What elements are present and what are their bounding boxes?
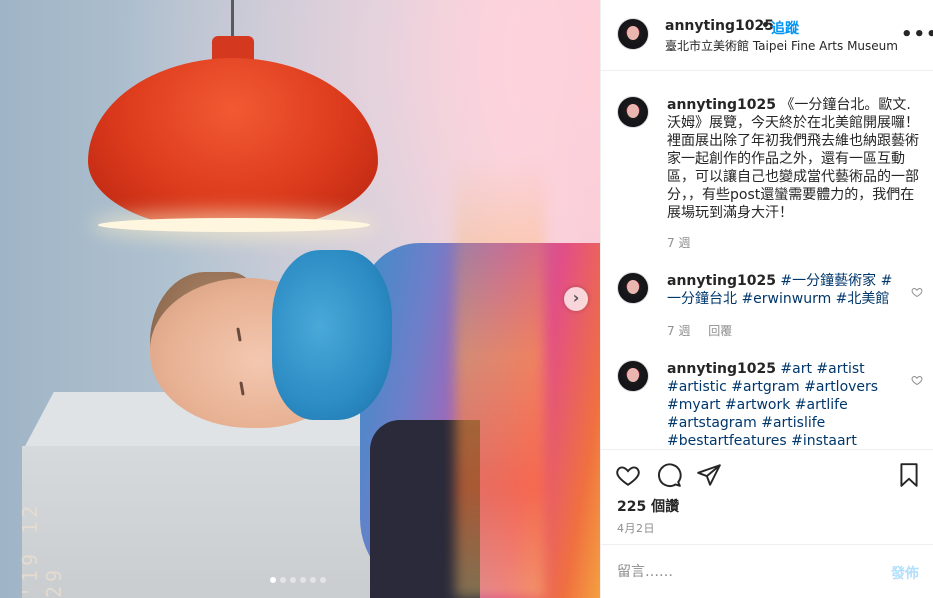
pedestal-front xyxy=(22,446,386,598)
lamp-light-rim xyxy=(98,218,370,232)
comment-body: annyting1025 #art #artist #artistic #art… xyxy=(667,360,903,448)
carousel-dot xyxy=(300,577,306,583)
post-photo: '19 12 29 › xyxy=(0,0,600,598)
carousel-dot xyxy=(320,577,326,583)
caption-body: annyting1025 《一分鐘台北。歐文.沃姆》展覽，今天終於在北美館開展囉… xyxy=(667,96,923,222)
post-actions: 225 個讚 4月2日 xyxy=(601,449,933,544)
username-link[interactable]: annyting1025 xyxy=(665,18,774,34)
heart-icon[interactable] xyxy=(911,374,923,386)
caption: annyting1025 《一分鐘台北。歐文.沃姆》展覽，今天終於在北美館開展囉… xyxy=(617,96,919,256)
post-date[interactable]: 4月2日 xyxy=(617,520,655,536)
more-options-icon[interactable]: ••• xyxy=(901,24,933,45)
post-comment-button[interactable]: 發佈 xyxy=(891,563,919,583)
comment-input[interactable] xyxy=(617,562,867,582)
comment-meta: 7 週 xyxy=(667,234,704,251)
post-header: annyting1025 • 追蹤 臺北市立美術館 Taipei Fine Ar… xyxy=(601,0,933,71)
avatar[interactable] xyxy=(617,18,649,50)
comment-username[interactable]: annyting1025 xyxy=(667,361,776,377)
carousel-dot xyxy=(280,577,286,583)
reply-button[interactable]: 回覆 xyxy=(708,324,732,338)
blue-turtleneck xyxy=(272,250,392,420)
comment-time: 7 週 xyxy=(667,236,691,250)
list-item: annyting1025 #art #artist #artistic #art… xyxy=(617,360,923,448)
comment-body: annyting1025 #一分鐘藝術家 #一分鐘台北 #erwinwurm #… xyxy=(667,272,903,308)
avatar[interactable] xyxy=(617,272,649,304)
carousel-next-button[interactable]: › xyxy=(564,287,588,311)
carousel-dot xyxy=(290,577,296,583)
heart-icon[interactable] xyxy=(615,462,641,488)
add-comment-bar: 發佈 xyxy=(601,544,933,598)
carousel-dots xyxy=(270,577,326,583)
avatar[interactable] xyxy=(617,96,649,128)
follow-button[interactable]: 追蹤 xyxy=(771,18,799,38)
comment-icon[interactable] xyxy=(656,462,682,488)
comments-list[interactable]: annyting1025 《一分鐘台北。歐文.沃姆》展覽，今天終於在北美館開展囉… xyxy=(601,72,933,448)
post-side-panel: annyting1025 • 追蹤 臺北市立美術館 Taipei Fine Ar… xyxy=(600,0,933,598)
comment-time: 7 週 xyxy=(667,324,691,338)
comment-username[interactable]: annyting1025 xyxy=(667,97,776,113)
list-item: annyting1025 #一分鐘藝術家 #一分鐘台北 #erwinwurm #… xyxy=(617,272,923,342)
film-date-stamp: '19 12 29 xyxy=(18,501,66,598)
comment-meta: 7 週 回覆 xyxy=(667,322,746,339)
comment-username[interactable]: annyting1025 xyxy=(667,273,776,289)
avatar[interactable] xyxy=(617,360,649,392)
carousel-dot xyxy=(270,577,276,583)
share-icon[interactable] xyxy=(696,462,722,488)
carousel-dot xyxy=(310,577,316,583)
comment-text: 《一分鐘台北。歐文.沃姆》展覽，今天終於在北美館開展囉！裡面展出除了年初我們飛去… xyxy=(667,97,919,221)
like-count[interactable]: 225 個讚 xyxy=(617,496,679,516)
heart-icon[interactable] xyxy=(911,286,923,298)
bookmark-icon[interactable] xyxy=(896,462,922,488)
location-link[interactable]: 臺北市立美術館 Taipei Fine Arts Museum xyxy=(665,37,898,54)
separator-dot: • xyxy=(761,18,770,34)
light-leak xyxy=(455,160,545,598)
chevron-right-icon: › xyxy=(572,288,580,307)
lamp-cord xyxy=(231,0,234,38)
